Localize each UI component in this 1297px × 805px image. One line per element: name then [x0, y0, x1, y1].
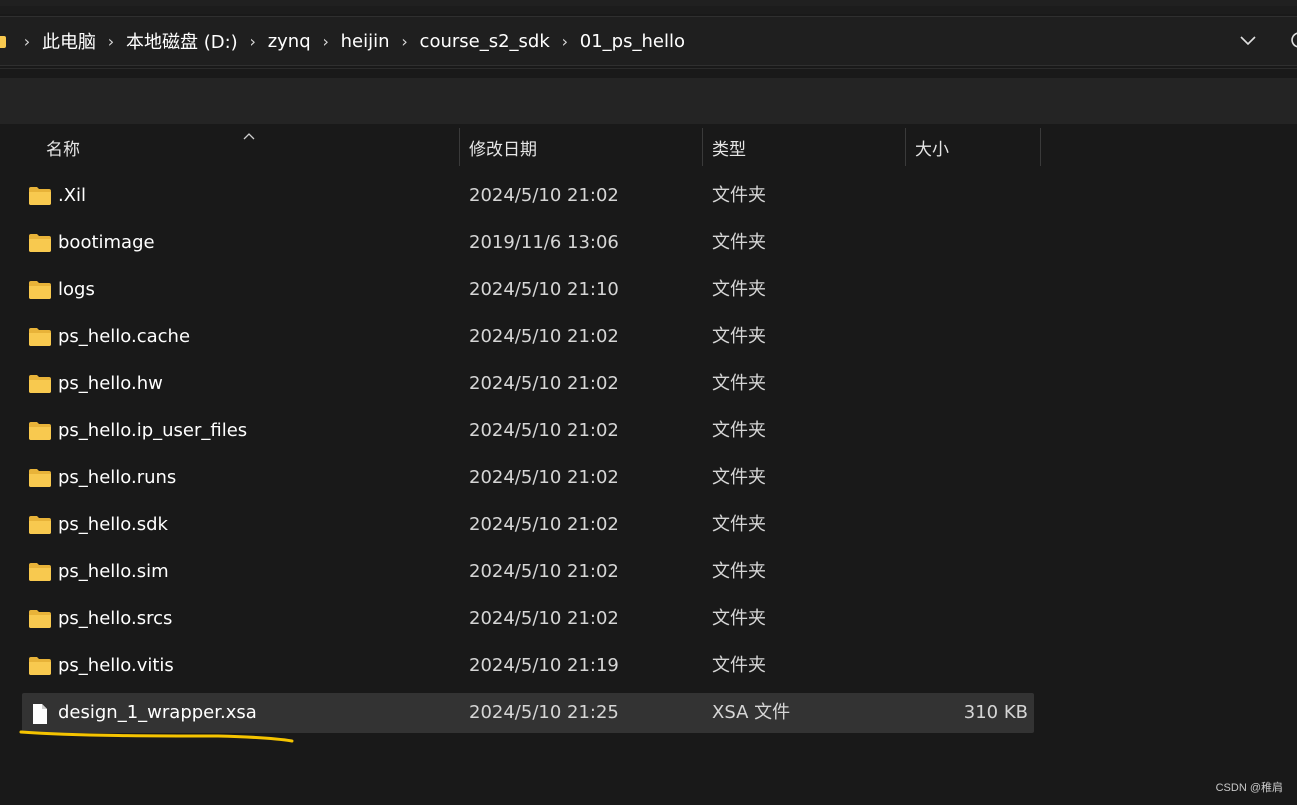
file-row[interactable]: ps_hello.sdk 2024/5/10 21:02 文件夹	[22, 505, 1034, 545]
watermark: CSDN @稚肩	[1215, 782, 1283, 794]
file-row[interactable]: logs 2024/5/10 21:10 文件夹	[22, 270, 1034, 310]
file-type: 文件夹	[712, 561, 766, 582]
breadcrumb: › 此电脑 › 本地磁盘 (D:) › zynq › heijin › cour…	[14, 17, 687, 65]
file-row[interactable]: ps_hello.runs 2024/5/10 21:02 文件夹	[22, 458, 1034, 498]
folder-icon	[28, 186, 52, 206]
title-bar	[0, 0, 1297, 14]
column-header-name-label: 名称	[46, 139, 80, 160]
folder-icon	[28, 327, 52, 347]
file-name: ps_hello.runs	[58, 467, 177, 488]
address-field[interactable]: › 此电脑 › 本地磁盘 (D:) › zynq › heijin › cour…	[0, 16, 1297, 66]
file-name: bootimage	[58, 232, 155, 253]
chevron-right-icon[interactable]: ›	[18, 32, 36, 51]
file-type: 文件夹	[712, 514, 766, 535]
column-header-modified[interactable]: 修改日期	[469, 126, 699, 168]
file-type: 文件夹	[712, 420, 766, 441]
folder-icon	[28, 280, 52, 300]
file-row[interactable]: ps_hello.sim 2024/5/10 21:02 文件夹	[22, 552, 1034, 592]
column-header-type-label: 类型	[712, 139, 746, 160]
file-modified: 2024/5/10 21:25	[469, 702, 619, 723]
file-type: 文件夹	[712, 467, 766, 488]
file-name: ps_hello.cache	[58, 326, 191, 347]
address-bar: › 此电脑 › 本地磁盘 (D:) › zynq › heijin › cour…	[0, 14, 1297, 69]
file-modified: 2024/5/10 21:02	[469, 373, 619, 394]
file-modified: 2024/5/10 21:02	[469, 561, 619, 582]
file-type: XSA 文件	[712, 702, 791, 723]
column-divider[interactable]	[1040, 128, 1041, 166]
tab-strip	[0, 0, 1297, 6]
file-modified: 2024/5/10 21:02	[469, 514, 619, 535]
file-modified: 2019/11/6 13:06	[469, 232, 619, 253]
file-name: logs	[58, 279, 95, 300]
breadcrumb-item-01-ps-hello[interactable]: 01_ps_hello	[578, 31, 687, 52]
breadcrumb-item-this-pc[interactable]: 此电脑	[40, 28, 98, 54]
file-icon	[28, 703, 52, 724]
file-row[interactable]: bootimage 2019/11/6 13:06 文件夹	[22, 223, 1034, 263]
file-name: ps_hello.sdk	[58, 514, 168, 535]
folder-icon	[28, 421, 52, 441]
annotation-underline	[19, 730, 294, 743]
file-type: 文件夹	[712, 232, 766, 253]
folder-icon	[28, 562, 52, 582]
column-header-modified-label: 修改日期	[469, 139, 537, 160]
file-modified: 2024/5/10 21:02	[469, 326, 619, 347]
chevron-right-icon[interactable]: ›	[102, 32, 120, 51]
refresh-icon[interactable]	[1288, 29, 1297, 51]
file-row[interactable]: design_1_wrapper.xsa 2024/5/10 21:25 XSA 文…	[22, 693, 1034, 733]
file-modified: 2024/5/10 21:02	[469, 608, 619, 629]
file-row[interactable]: ps_hello.vitis 2024/5/10 21:19 文件夹	[22, 646, 1034, 686]
file-modified: 2024/5/10 21:02	[469, 420, 619, 441]
folder-icon	[28, 515, 52, 535]
column-header-size[interactable]: 大小	[915, 126, 1035, 168]
chevron-right-icon[interactable]: ›	[317, 32, 335, 51]
file-type: 文件夹	[712, 655, 766, 676]
file-name: ps_hello.hw	[58, 373, 163, 394]
file-name: .Xil	[58, 185, 87, 206]
file-list: 名称 修改日期 类型 大小 .Xil 2024/5/10 21:02 文件夹 boot…	[0, 126, 1297, 805]
file-name: ps_hello.ip_user_files	[58, 420, 248, 441]
chevron-right-icon[interactable]: ›	[244, 32, 262, 51]
breadcrumb-item-zynq[interactable]: zynq	[266, 31, 313, 52]
column-divider[interactable]	[702, 128, 703, 166]
file-name: ps_hello.sim	[58, 561, 169, 582]
breadcrumb-item-local-disk-d[interactable]: 本地磁盘 (D:)	[124, 28, 240, 54]
file-name: ps_hello.srcs	[58, 608, 173, 629]
file-type: 文件夹	[712, 326, 766, 347]
file-type: 文件夹	[712, 279, 766, 300]
folder-icon	[0, 36, 6, 48]
folder-icon	[28, 656, 52, 676]
column-header-size-label: 大小	[915, 139, 949, 160]
file-modified: 2024/5/10 21:19	[469, 655, 619, 676]
column-divider[interactable]	[905, 128, 906, 166]
file-row[interactable]: .Xil 2024/5/10 21:02 文件夹	[22, 176, 1034, 216]
column-header-type[interactable]: 类型	[712, 126, 902, 168]
command-bar	[0, 78, 1297, 124]
file-row[interactable]: ps_hello.ip_user_files 2024/5/10 21:02 文件夹	[22, 411, 1034, 451]
file-type: 文件夹	[712, 373, 766, 394]
breadcrumb-item-heijin[interactable]: heijin	[339, 31, 392, 52]
chevron-down-icon[interactable]	[1237, 29, 1259, 51]
folder-icon	[28, 233, 52, 253]
folder-icon	[28, 374, 52, 394]
column-divider[interactable]	[459, 128, 460, 166]
file-modified: 2024/5/10 21:02	[469, 185, 619, 206]
folder-icon	[28, 609, 52, 629]
folder-icon	[28, 468, 52, 488]
chevron-right-icon[interactable]: ›	[556, 32, 574, 51]
column-header-row: 名称 修改日期 类型 大小	[0, 126, 1297, 168]
file-name: design_1_wrapper.xsa	[58, 702, 257, 723]
file-row[interactable]: ps_hello.srcs 2024/5/10 21:02 文件夹	[22, 599, 1034, 639]
file-size: 310 KB	[963, 702, 1028, 723]
file-modified: 2024/5/10 21:10	[469, 279, 619, 300]
chevron-right-icon[interactable]: ›	[396, 32, 414, 51]
file-row[interactable]: ps_hello.hw 2024/5/10 21:02 文件夹	[22, 364, 1034, 404]
file-type: 文件夹	[712, 185, 766, 206]
file-modified: 2024/5/10 21:02	[469, 467, 619, 488]
column-header-name[interactable]: 名称	[46, 126, 456, 168]
breadcrumb-item-course-s2-sdk[interactable]: course_s2_sdk	[418, 31, 552, 52]
file-name: ps_hello.vitis	[58, 655, 174, 676]
file-type: 文件夹	[712, 608, 766, 629]
file-row[interactable]: ps_hello.cache 2024/5/10 21:02 文件夹	[22, 317, 1034, 357]
